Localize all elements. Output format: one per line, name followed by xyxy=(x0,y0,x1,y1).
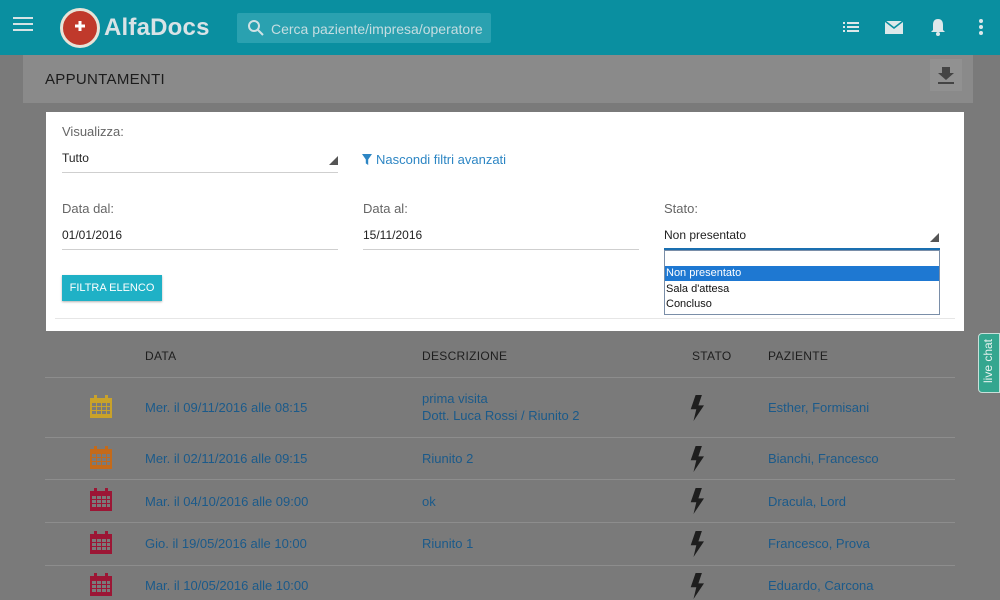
download-icon[interactable] xyxy=(930,59,962,91)
menu-icon[interactable] xyxy=(13,17,33,33)
more-vert-icon[interactable] xyxy=(970,16,992,38)
list-icon[interactable] xyxy=(840,16,862,38)
appointment-date[interactable]: Mer. il 02/11/2016 alle 09:15 xyxy=(145,451,307,466)
mail-icon[interactable] xyxy=(883,16,905,38)
visualizza-label: Visualizza: xyxy=(62,124,124,139)
visualizza-select[interactable]: Tutto xyxy=(62,151,89,165)
page-title: APPUNTAMENTI xyxy=(45,71,165,88)
filter-icon xyxy=(362,154,372,165)
row-divider xyxy=(45,565,955,566)
bell-icon[interactable] xyxy=(927,16,949,38)
row-divider xyxy=(45,437,955,438)
calendar-icon xyxy=(90,446,112,469)
dropdown-option-non-presentato[interactable]: Non presentato xyxy=(665,266,939,281)
header-descrizione[interactable]: DESCRIZIONE xyxy=(422,349,507,363)
stato-select[interactable]: Non presentato xyxy=(664,228,746,242)
visualizza-underline xyxy=(62,172,338,173)
data-dal-label: Data dal: xyxy=(62,201,115,216)
patient-name[interactable]: Dracula, Lord xyxy=(768,494,846,509)
data-dal-underline xyxy=(62,249,338,250)
stato-dropdown: Non presentato Sala d'attesa Concluso xyxy=(664,250,940,315)
appointment-date[interactable]: Mar. il 10/05/2016 alle 10:00 xyxy=(145,578,308,593)
brand-name[interactable]: AlfaDocs xyxy=(104,14,210,42)
search-icon xyxy=(248,20,264,36)
row-divider xyxy=(45,377,955,378)
dropdown-option-sala-attesa[interactable]: Sala d'attesa xyxy=(665,282,939,297)
card-header xyxy=(23,55,973,103)
live-chat-label: live chat xyxy=(981,338,995,383)
data-al-input[interactable]: 15/11/2016 xyxy=(363,228,422,242)
header-data[interactable]: DATA xyxy=(145,349,176,363)
data-al-label: Data al: xyxy=(363,201,408,216)
filter-list-button[interactable]: FILTRA ELENCO xyxy=(62,275,162,301)
appointment-description[interactable]: prima visita xyxy=(422,391,488,406)
calendar-icon xyxy=(90,531,112,554)
patient-name[interactable]: Eduardo, Carcona xyxy=(768,578,874,593)
calendar-icon xyxy=(90,573,112,596)
calendar-icon xyxy=(90,488,112,511)
stato-label: Stato: xyxy=(664,201,698,216)
search-placeholder: Cerca paziente/impresa/operatore xyxy=(271,21,483,37)
appointment-description[interactable]: ok xyxy=(422,494,436,509)
appointment-description[interactable]: Riunito 1 xyxy=(422,536,473,551)
patient-name[interactable]: Francesco, Prova xyxy=(768,536,870,551)
dropdown-option-concluso[interactable]: Concluso xyxy=(665,297,939,312)
row-divider xyxy=(45,479,955,480)
calendar-icon xyxy=(90,395,112,418)
toggle-advanced-filters-link[interactable]: Nascondi filtri avanzati xyxy=(362,152,506,167)
advanced-filters-label: Nascondi filtri avanzati xyxy=(376,152,507,167)
appointment-date[interactable]: Mer. il 09/11/2016 alle 08:15 xyxy=(145,400,307,415)
header-stato[interactable]: STATO xyxy=(692,349,732,363)
live-chat-tab[interactable]: live chat xyxy=(978,333,1000,393)
header-paziente[interactable]: PAZIENTE xyxy=(768,349,828,363)
row-divider xyxy=(45,522,955,523)
data-al-underline xyxy=(363,249,639,250)
appointment-description[interactable]: Riunito 2 xyxy=(422,451,473,466)
data-dal-input[interactable]: 01/01/2016 xyxy=(62,228,122,242)
alfadocs-logo-icon[interactable] xyxy=(60,8,100,48)
appointment-date[interactable]: Mar. il 04/10/2016 alle 09:00 xyxy=(145,494,308,509)
top-bar: AlfaDocs Cerca paziente/impresa/operator… xyxy=(0,0,1000,55)
appointment-operator[interactable]: Dott. Luca Rossi / Riunito 2 xyxy=(422,408,580,423)
search-input[interactable]: Cerca paziente/impresa/operatore xyxy=(237,13,491,43)
select-arrow-icon[interactable] xyxy=(329,156,338,165)
patient-name[interactable]: Bianchi, Francesco xyxy=(768,451,879,466)
patient-name[interactable]: Esther, Formisani xyxy=(768,400,869,415)
appointment-date[interactable]: Gio. il 19/05/2016 alle 10:00 xyxy=(145,536,307,551)
panel-divider xyxy=(55,318,955,319)
stato-arrow-icon[interactable] xyxy=(930,233,939,242)
